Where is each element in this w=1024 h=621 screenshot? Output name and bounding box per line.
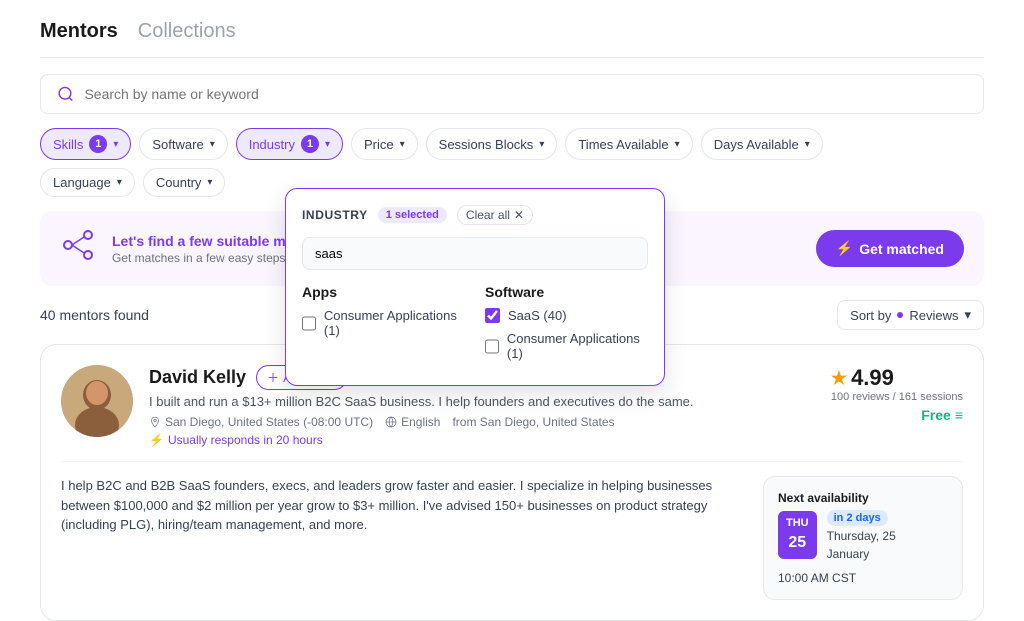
filter-days-available[interactable]: Days Available ▾ [701,128,823,160]
dropdown-search-input[interactable] [302,237,648,270]
language-chevron-icon: ▾ [117,177,122,188]
free-badge: Free ≡ [831,407,963,423]
sort-dot [897,312,903,318]
avatar [61,365,133,437]
tab-mentors[interactable]: Mentors [40,20,118,43]
sort-value: Reviews [909,308,958,323]
software-col-title: Software [485,284,648,300]
network-icon [60,227,96,270]
day-block: THU 25 [778,511,817,560]
plus-icon: ＋ [267,369,279,386]
bolt-icon: ⚡ [149,433,164,447]
industry-count-badge: 1 [301,135,319,153]
skills-chevron-icon: ▾ [113,139,118,150]
software-saas-checkbox[interactable] [485,308,500,323]
apps-consumer-item[interactable]: Consumer Applications (1) [302,308,465,338]
mentor-language: English [385,415,440,429]
price-chevron-icon: ▾ [400,139,405,150]
filter-price[interactable]: Price ▾ [351,128,418,160]
card-description: I help B2C and B2B SaaS founders, execs,… [61,476,747,600]
software-saas-item[interactable]: SaaS (40) [485,308,648,323]
country-chevron-icon: ▾ [207,177,212,188]
search-bar [40,74,984,114]
skills-count-badge: 1 [89,135,107,153]
mentor-meta: San Diego, United States (-08:00 UTC) En… [149,415,815,429]
filter-sessions-blocks[interactable]: Sessions Blocks ▾ [426,128,558,160]
dropdown-header: INDUSTRY 1 selected Clear all ✕ [302,205,648,225]
filter-bar-row1: Skills 1 ▾ Software ▾ Industry 1 ▾ Price… [0,114,1024,160]
times-chevron-icon: ▾ [675,139,680,150]
clear-all-button[interactable]: Clear all ✕ [457,205,533,225]
sort-button[interactable]: Sort by Reviews ▾ [837,300,984,330]
rating-sub: 100 reviews / 161 sessions [831,391,963,403]
mentor-name: David Kelly [149,367,246,388]
day-label: THU [786,515,809,532]
search-input[interactable] [84,86,967,102]
sessions-chevron-icon: ▾ [539,139,544,150]
apps-column: Apps Consumer Applications (1) [302,284,465,369]
apps-col-title: Apps [302,284,465,300]
industry-chevron-icon: ▾ [325,139,330,150]
tab-collections[interactable]: Collections [138,20,236,43]
avail-date-section: in 2 days Thursday, 25 January [827,507,896,563]
search-icon [57,85,74,103]
star-icon: ★ [831,368,847,389]
avail-header: THU 25 in 2 days Thursday, 25 January [778,507,948,563]
sort-chevron-icon: ▾ [964,307,971,323]
day-number: 25 [786,531,809,555]
rating-score: ★ 4.99 [831,365,963,391]
mentor-bio: I built and run a $13+ million B2C SaaS … [149,394,815,409]
software-column: Software SaaS (40) Consumer Applications… [485,284,648,369]
filter-industry[interactable]: Industry 1 ▾ [236,128,343,160]
avail-time: 10:00 AM CST [778,569,948,587]
in-days-badge: in 2 days [827,510,888,526]
results-count: 40 mentors found [40,307,149,323]
get-matched-button[interactable]: ⚡ Get matched [816,230,964,267]
card-body: I help B2C and B2B SaaS founders, execs,… [61,461,963,600]
software-consumer-item[interactable]: Consumer Applications (1) [485,331,648,361]
lightning-icon: ⚡ [836,240,853,257]
next-availability: Next availability THU 25 in 2 days Thurs… [763,476,963,600]
filter-country[interactable]: Country ▾ [143,168,226,197]
avail-date: Thursday, 25 [827,527,896,545]
apps-consumer-checkbox[interactable] [302,316,316,331]
response-badge: ⚡ Usually responds in 20 hours [149,433,815,447]
filter-language[interactable]: Language ▾ [40,168,135,197]
sort-label: Sort by [850,308,891,323]
selected-badge: 1 selected [378,207,447,223]
filter-times-available[interactable]: Times Available ▾ [565,128,692,160]
clear-x-icon: ✕ [514,208,524,222]
software-consumer-checkbox[interactable] [485,339,499,354]
dropdown-columns: Apps Consumer Applications (1) Software … [302,284,648,369]
location-icon [149,416,161,428]
dropdown-title: INDUSTRY [302,208,368,222]
software-chevron-icon: ▾ [210,139,215,150]
avail-month: January [827,545,896,563]
filter-software[interactable]: Software ▾ [139,128,227,160]
mentor-location: San Diego, United States (-08:00 UTC) [149,415,373,429]
rating-section: ★ 4.99 100 reviews / 161 sessions Free ≡ [831,365,963,423]
language-icon [385,416,397,428]
avail-title: Next availability [778,489,948,507]
avatar-image [61,365,133,437]
days-chevron-icon: ▾ [805,139,810,150]
industry-dropdown: INDUSTRY 1 selected Clear all ✕ Apps Con… [285,188,665,386]
filter-skills[interactable]: Skills 1 ▾ [40,128,131,160]
menu-icon: ≡ [955,407,963,423]
